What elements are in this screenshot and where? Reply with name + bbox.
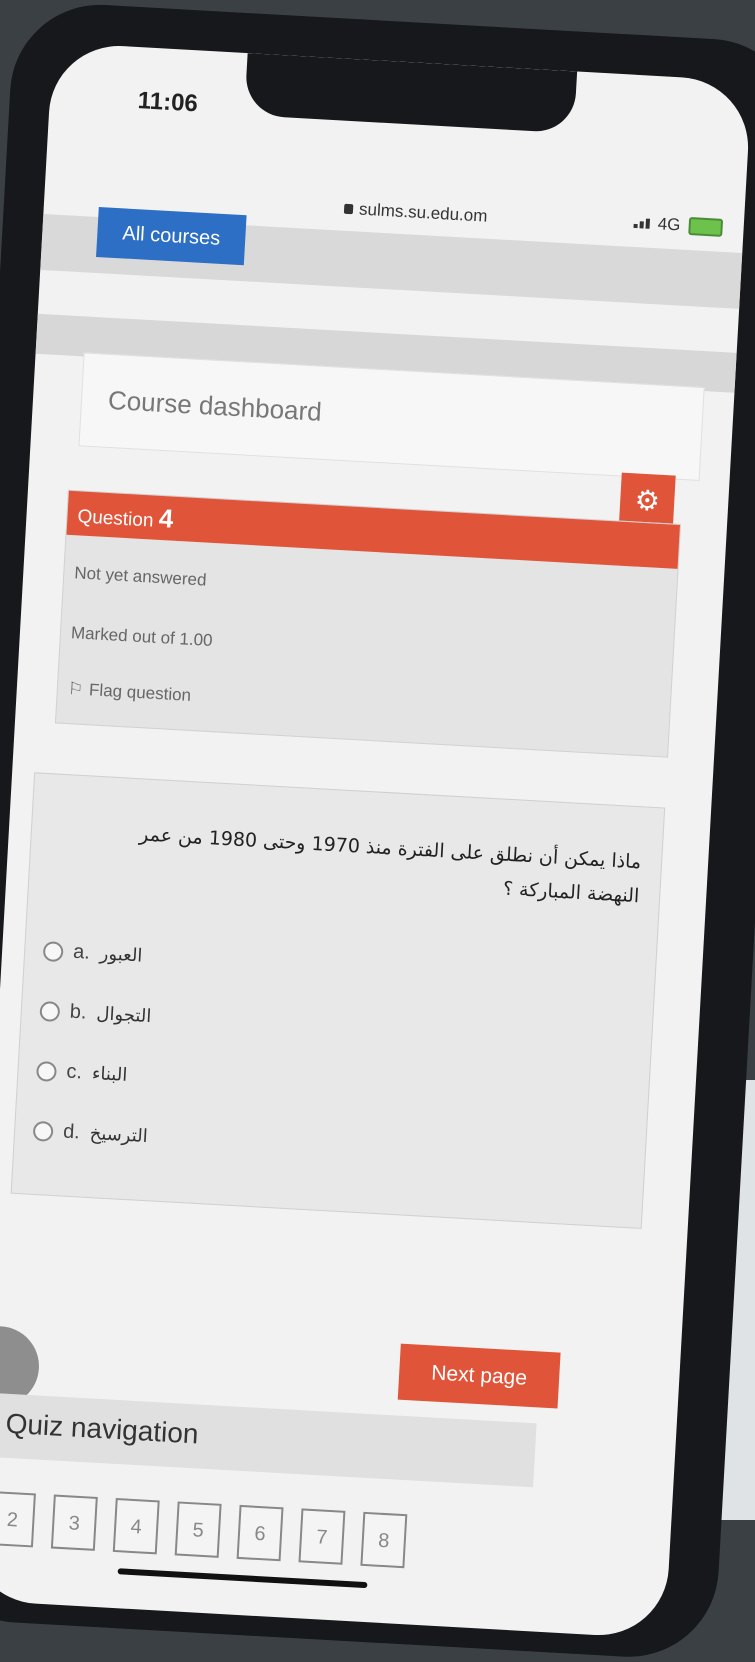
address-bar[interactable]: sulms.su.edu.om (343, 199, 488, 227)
radio-icon[interactable] (42, 940, 64, 962)
quiz-navigation-buttons: 2 3 4 5 6 7 8 (0, 1491, 408, 1569)
option-letter: d. (62, 1120, 81, 1144)
gear-icon: ⚙ (633, 484, 661, 517)
quiz-nav-button[interactable]: 4 (112, 1497, 160, 1555)
network-label: 4G (657, 214, 681, 235)
quiz-nav-button[interactable]: 2 (0, 1491, 36, 1548)
lock-icon (343, 203, 354, 215)
quiz-navigation-title: Quiz navigation (4, 1407, 200, 1450)
option-text: الترسيخ (89, 1122, 149, 1148)
next-page-button[interactable]: Next page (397, 1343, 561, 1409)
quiz-nav-button[interactable]: 3 (50, 1494, 98, 1551)
phone-screen: 11:06 All courses sulms.su.edu.om 4G Cou… (0, 42, 752, 1639)
question-header: Question 4 (66, 490, 680, 569)
radio-icon[interactable] (35, 1060, 58, 1082)
option-b[interactable]: b. التجوال (39, 999, 152, 1028)
question-body: ماذا يمكن أن نطلق على الفترة منذ 1970 وح… (10, 772, 666, 1229)
quiz-nav-button[interactable]: 7 (298, 1508, 346, 1565)
option-letter: b. (69, 1000, 88, 1024)
option-letter: c. (65, 1060, 83, 1084)
home-indicator[interactable] (117, 1568, 368, 1589)
question-info-panel: Question 4 Not yet answered Marked out o… (54, 489, 682, 758)
question-state: Not yet answered (73, 563, 207, 590)
question-text: ماذا يمكن أن نطلق على الفترة منذ 1970 وح… (138, 823, 642, 908)
url-text: sulms.su.edu.om (358, 199, 488, 226)
option-text: التجوال (95, 1003, 152, 1028)
quiz-nav-button[interactable]: 6 (236, 1504, 284, 1562)
status-time: 11:06 (137, 87, 199, 118)
option-text: العبور (99, 943, 143, 967)
course-dashboard-label: Course dashboard (107, 384, 323, 427)
option-a[interactable]: a. العبور (42, 939, 143, 968)
option-d[interactable]: d. الترسيخ (32, 1119, 149, 1148)
flag-icon: ⚐ (67, 679, 84, 699)
option-text: البناء (91, 1063, 128, 1086)
flag-question-link[interactable]: ⚐ Flag question (67, 679, 191, 706)
radio-icon[interactable] (32, 1120, 54, 1142)
question-marks: Marked out of 1.00 (70, 623, 214, 651)
quiz-navigation-header: Quiz navigation (0, 1392, 537, 1488)
option-letter: a. (72, 940, 91, 964)
flag-question-label: Flag question (88, 680, 192, 705)
option-c[interactable]: c. البناء (35, 1059, 128, 1087)
question-number: 4 (158, 502, 175, 534)
radio-icon[interactable] (39, 1000, 61, 1022)
question-prefix: Question (76, 506, 155, 532)
quiz-nav-button[interactable]: 5 (174, 1501, 222, 1558)
all-courses-button[interactable]: All courses (96, 207, 247, 266)
battery-icon (687, 216, 723, 237)
signal-icon (633, 218, 651, 229)
phone-frame: 11:06 All courses sulms.su.edu.om 4G Cou… (0, 0, 755, 1662)
status-indicators: 4G (633, 213, 723, 238)
phone-notch (244, 53, 578, 134)
quiz-nav-button[interactable]: 8 (360, 1511, 408, 1569)
